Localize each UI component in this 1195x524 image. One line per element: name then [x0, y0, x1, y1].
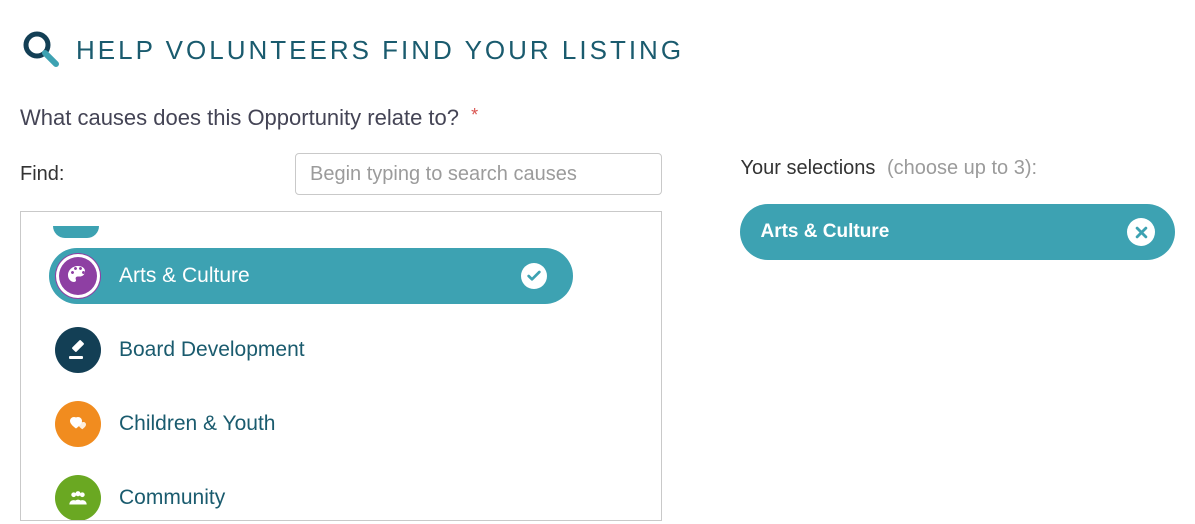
cause-label: Arts & Culture	[119, 264, 521, 288]
find-label: Find:	[20, 163, 295, 186]
cause-label: Board Development	[119, 338, 547, 362]
selection-chip-arts-culture: Arts & Culture	[740, 204, 1175, 260]
cause-option-board-development[interactable]: Board Development	[49, 322, 573, 378]
close-icon	[1134, 225, 1149, 240]
remove-selection-button[interactable]	[1127, 218, 1155, 246]
selections-hint: (choose up to 3):	[887, 157, 1037, 179]
selections-label-text: Your selections	[740, 157, 875, 179]
cause-option-children-youth[interactable]: Children & Youth	[49, 396, 573, 452]
question-label: What causes does this Opportunity relate…	[20, 105, 1175, 131]
question-text: What causes does this Opportunity relate…	[20, 105, 459, 130]
cause-option-arts-culture[interactable]: Arts & Culture	[49, 248, 573, 304]
palette-icon	[55, 253, 101, 299]
page-title: HELP VOLUNTEERS FIND YOUR LISTING	[76, 35, 684, 66]
cause-option-community[interactable]: Community	[49, 470, 573, 520]
search-icon	[20, 28, 60, 73]
chip-label: Arts & Culture	[760, 221, 889, 243]
cause-label: Community	[119, 486, 547, 510]
list-item[interactable]	[49, 212, 633, 238]
check-icon	[521, 263, 547, 289]
required-indicator: *	[471, 105, 478, 125]
selections-heading: Your selections (choose up to 3):	[740, 157, 1175, 180]
search-input[interactable]	[295, 153, 662, 195]
hearts-icon	[55, 401, 101, 447]
cause-label: Children & Youth	[119, 412, 547, 436]
cause-list-scroll[interactable]: Arts & Culture Board Developme	[21, 212, 661, 520]
people-icon	[55, 475, 101, 520]
cause-listbox: Arts & Culture Board Developme	[20, 211, 662, 521]
gavel-icon	[55, 327, 101, 373]
